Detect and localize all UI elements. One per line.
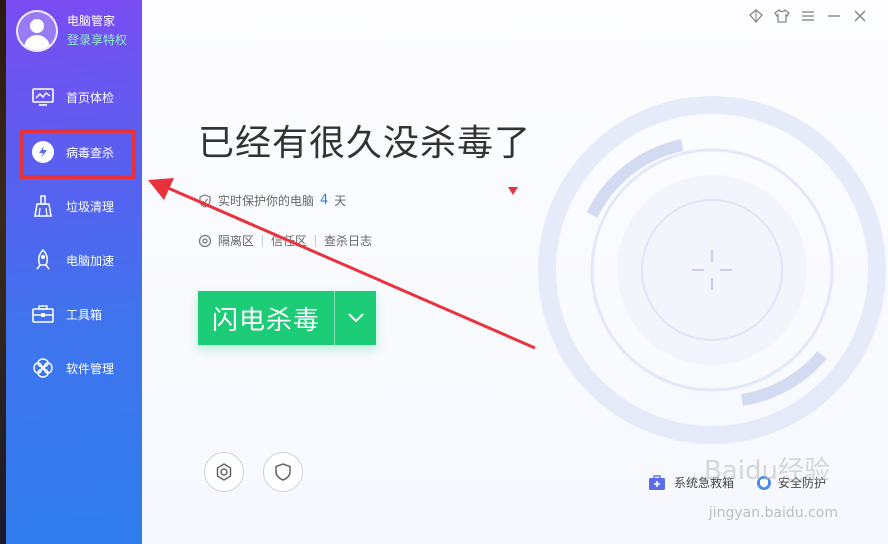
titlebar-controls bbox=[748, 8, 868, 24]
protection-days: 4 bbox=[320, 193, 329, 208]
sidebar-item-junk-clean[interactable]: 垃圾清理 bbox=[6, 184, 142, 228]
tshirt-icon[interactable] bbox=[774, 8, 790, 24]
sidebar-item-toolbox[interactable]: 工具箱 bbox=[6, 292, 142, 336]
protection-round-button[interactable] bbox=[263, 452, 303, 492]
sidebar-item-label: 工具箱 bbox=[66, 307, 103, 322]
sidebar-item-speed-up[interactable]: 电脑加速 bbox=[6, 238, 142, 282]
scan-dropdown-button[interactable] bbox=[335, 312, 376, 324]
scan-log-link[interactable]: 查杀日志 bbox=[324, 232, 372, 249]
sidebar: 电脑管家 登录享特权 首页体检 病毒查杀 垃圾清理 电脑加速 工具箱 软件管理 bbox=[6, 0, 142, 544]
avatar[interactable] bbox=[16, 10, 58, 52]
app-name: 电脑管家 bbox=[67, 14, 116, 28]
sidebar-item-label: 垃圾清理 bbox=[66, 199, 115, 214]
scan-links: 隔离区 信任区 查杀日志 bbox=[198, 232, 372, 249]
skin-diamond-icon[interactable] bbox=[748, 8, 764, 24]
quarantine-link[interactable]: 隔离区 bbox=[218, 232, 254, 249]
firstaid-box-icon bbox=[648, 474, 666, 491]
protection-label: 实时保护你的电脑 bbox=[218, 194, 315, 208]
chevron-down-icon bbox=[347, 313, 364, 323]
toolbox-icon bbox=[30, 301, 56, 327]
sidebar-item-label: 软件管理 bbox=[66, 361, 115, 376]
divider bbox=[262, 234, 264, 247]
close-icon[interactable] bbox=[852, 8, 868, 24]
page-title: 已经有很久没杀毒了 bbox=[198, 123, 532, 164]
sidebar-item-home-check[interactable]: 首页体检 bbox=[6, 75, 142, 119]
divider bbox=[315, 234, 317, 247]
trust-zone-link[interactable]: 信任区 bbox=[271, 232, 307, 249]
menu-icon[interactable] bbox=[800, 8, 816, 24]
sidebar-item-label: 首页体检 bbox=[66, 90, 115, 105]
crosshair-icon bbox=[198, 234, 212, 248]
annotation-highlight-box bbox=[20, 129, 136, 179]
main-panel: 已经有很久没杀毒了 实时保护你的电脑 4 天 隔离区 信任区 查杀日志 闪电杀毒 bbox=[142, 0, 888, 544]
red-marker-icon bbox=[508, 187, 518, 195]
software-icon bbox=[30, 355, 56, 381]
quick-scan-label: 闪电杀毒 bbox=[211, 305, 320, 336]
minimize-icon[interactable] bbox=[826, 8, 842, 24]
login-link[interactable]: 登录享特权 bbox=[67, 31, 127, 49]
watermark-logo: Baidu经验 bbox=[704, 456, 830, 486]
protection-unit: 天 bbox=[334, 194, 347, 208]
broom-icon bbox=[30, 193, 56, 219]
settings-round-button[interactable] bbox=[204, 452, 244, 492]
protection-status: 实时保护你的电脑 4 天 bbox=[198, 192, 346, 209]
watermark: jingyan.baidu.com bbox=[708, 505, 838, 521]
shield-check-icon bbox=[198, 193, 212, 208]
profile: 电脑管家 登录享特权 bbox=[16, 10, 127, 52]
quick-scan-button[interactable]: 闪电杀毒 bbox=[198, 291, 376, 345]
monitor-icon bbox=[30, 84, 56, 110]
shield-icon bbox=[275, 463, 291, 481]
rocket-icon bbox=[30, 247, 56, 273]
sidebar-item-label: 电脑加速 bbox=[66, 253, 115, 268]
sidebar-item-software[interactable]: 软件管理 bbox=[6, 346, 142, 390]
radar-decoration bbox=[538, 96, 886, 444]
gear-icon bbox=[216, 463, 232, 481]
